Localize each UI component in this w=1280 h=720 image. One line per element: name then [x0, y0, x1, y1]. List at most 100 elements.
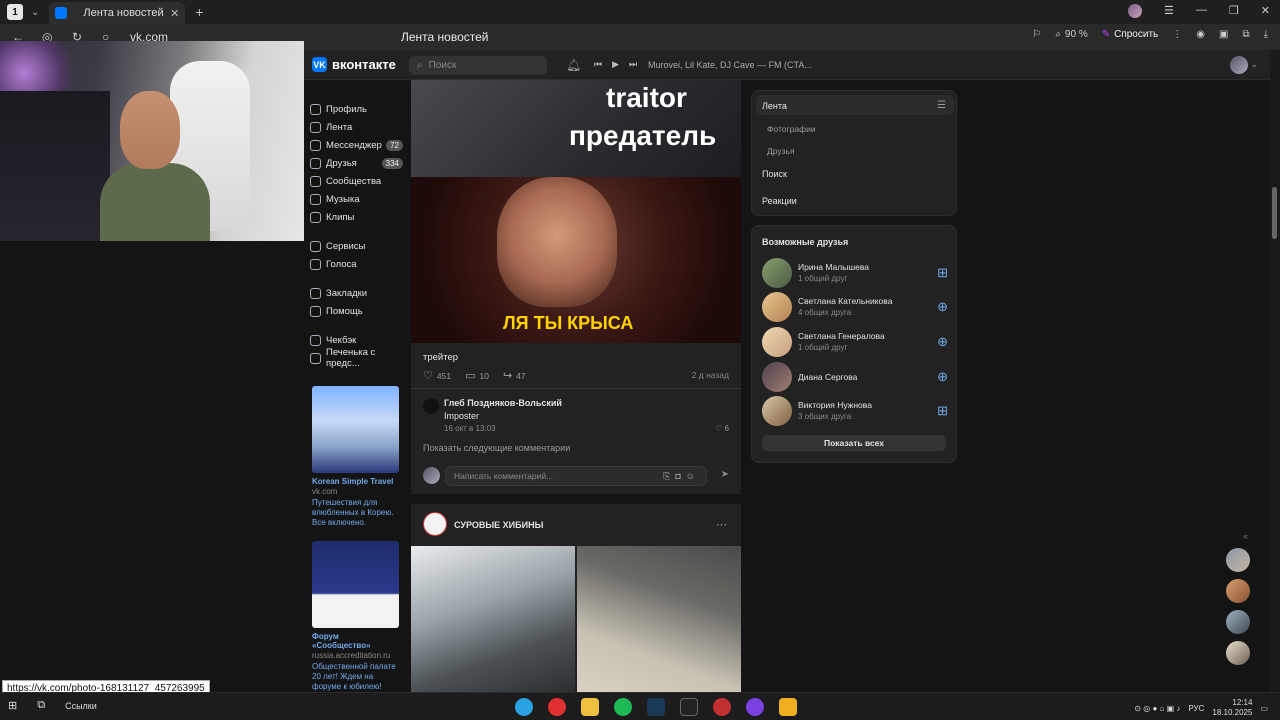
notifications-bell-icon[interactable]: 🔔︎: [566, 58, 581, 72]
friend-suggestion[interactable]: Светлана Генералова 1 общий друг ⊕: [762, 327, 948, 357]
community-avatar[interactable]: [423, 512, 447, 536]
clock[interactable]: 12:14 18.10.2025: [1212, 698, 1252, 718]
user-avatar[interactable]: [1230, 56, 1248, 74]
menu-icon[interactable]: ☰: [1164, 4, 1174, 18]
epic-games-icon[interactable]: [680, 698, 698, 716]
post-image-top[interactable]: traitor предатель: [411, 80, 741, 177]
ad-image[interactable]: [312, 541, 399, 628]
minimize-icon[interactable]: —: [1196, 4, 1207, 18]
chevron-down-icon[interactable]: ⌄: [1250, 59, 1258, 70]
close-icon[interactable]: ✕: [170, 7, 179, 20]
tab-counter[interactable]: 1: [7, 4, 23, 20]
post-time[interactable]: 2 д назад: [692, 370, 729, 380]
sidebar-item-cookie[interactable]: Печенька с предс...: [310, 347, 405, 369]
camera-icon[interactable]: ◘: [675, 471, 685, 481]
friend-name[interactable]: Диана Сергова: [798, 372, 857, 382]
avatar[interactable]: [762, 362, 792, 392]
sidebar-item-votes[interactable]: Голоса: [310, 255, 405, 273]
filter-settings-icon[interactable]: ☰: [937, 100, 946, 111]
extension-icon[interactable]: ◉: [1196, 29, 1205, 40]
add-friend-icon[interactable]: ⊕: [937, 334, 948, 350]
chat-avatar[interactable]: [1226, 548, 1250, 572]
post-photo[interactable]: [577, 546, 741, 692]
friend-suggestion[interactable]: Диана Сергова ⊕: [762, 362, 948, 392]
community-name[interactable]: СУРОВЫЕ ХИБИНЫ: [454, 520, 543, 530]
avatar[interactable]: [762, 292, 792, 322]
play-icon[interactable]: ▶: [612, 59, 619, 70]
more-icon[interactable]: ⋮: [1172, 29, 1182, 40]
comment-date[interactable]: 16 окт в 13:03: [444, 424, 496, 433]
bookmark-icon[interactable]: ⚐: [1032, 29, 1041, 40]
sidebar-item-services[interactable]: Сервисы: [310, 237, 405, 255]
app-icon[interactable]: [746, 698, 764, 716]
sidebar-item-music[interactable]: Музыка: [310, 190, 405, 208]
language-indicator[interactable]: РУС: [1188, 704, 1204, 713]
sidebar-item-profile[interactable]: Профиль: [310, 100, 405, 118]
comment-like-button[interactable]: ♡ 6: [715, 424, 729, 433]
browser-tab[interactable]: Лента новостей ✕: [49, 2, 186, 24]
reader-icon[interactable]: ▣: [1219, 29, 1228, 40]
chat-avatar[interactable]: [1226, 579, 1250, 603]
show-all-button[interactable]: Показать всех: [762, 435, 946, 451]
avatar[interactable]: [762, 258, 792, 288]
avatar[interactable]: [423, 398, 439, 414]
avatar[interactable]: [762, 396, 792, 426]
scrollbar[interactable]: [1270, 50, 1280, 692]
friend-suggestion[interactable]: Светлана Кательникова 4 общих друга ⊕: [762, 292, 948, 322]
avatar[interactable]: [762, 327, 792, 357]
collections-icon[interactable]: ⧉: [1242, 29, 1249, 40]
comment-author[interactable]: Глеб Поздняков-Вольский: [444, 398, 562, 408]
sidebar-item-bookmarks[interactable]: Закладки: [310, 284, 405, 302]
show-more-comments[interactable]: Показать следующие комментарии: [423, 443, 570, 453]
tray-icons[interactable]: ⊙ ◎ ● ⌂ ▣ ♪: [1134, 704, 1180, 713]
sidebar-item-messenger[interactable]: Мессенджер 72: [310, 136, 405, 154]
add-friend-icon[interactable]: ⊕: [937, 299, 948, 315]
sidebar-item-friends[interactable]: Друзья 334: [310, 154, 405, 172]
comment-button[interactable]: ▭ 10: [465, 369, 489, 382]
send-icon[interactable]: ➤: [721, 469, 729, 480]
yandex-browser-icon[interactable]: [548, 698, 566, 716]
ad-title[interactable]: Korean Simple Travel: [312, 477, 399, 486]
search-input[interactable]: ⌕ Поиск: [409, 56, 547, 75]
scrollbar-thumb[interactable]: [1272, 187, 1277, 239]
friend-name[interactable]: Виктория Нужнова: [798, 400, 872, 410]
now-playing-track[interactable]: Murovei, Lil Kate, DJ Cave — FM (CTA...: [648, 60, 812, 70]
notifications-icon[interactable]: ▭: [1260, 704, 1268, 713]
ad-image[interactable]: [312, 386, 399, 473]
new-tab-icon[interactable]: +: [195, 4, 203, 20]
chat-avatar[interactable]: [1226, 610, 1250, 634]
chevron-down-icon[interactable]: ⌄: [31, 7, 39, 18]
post-photo[interactable]: [411, 546, 575, 692]
next-track-icon[interactable]: ⏭: [629, 59, 637, 70]
ad-block-2[interactable]: Форум «Сообщество» russia.accreditation.…: [312, 541, 399, 702]
sidebar-item-help[interactable]: Помощь: [310, 302, 405, 320]
task-view-icon[interactable]: ⧉: [37, 699, 45, 712]
chat-avatar[interactable]: [1226, 641, 1250, 665]
collapse-icon[interactable]: «: [1243, 531, 1248, 541]
links-toolbar[interactable]: Ссылки: [65, 701, 97, 711]
filter-reactions[interactable]: Реакции: [762, 196, 797, 206]
obs-icon[interactable]: [713, 698, 731, 716]
friend-name[interactable]: Светлана Генералова: [798, 331, 885, 341]
like-button[interactable]: ♡ 451: [423, 369, 451, 382]
ad-text[interactable]: Путешествия для влюбленных в Корею. Все …: [312, 498, 399, 528]
app-icon[interactable]: [779, 698, 797, 716]
filter-search[interactable]: Поиск: [762, 169, 787, 179]
file-explorer-icon[interactable]: [581, 698, 599, 716]
windows-start-icon[interactable]: ⊞: [8, 699, 17, 712]
add-friend-icon[interactable]: ⊞: [937, 403, 948, 419]
post-image-bottom[interactable]: ЛЯ ТЫ КРЫСА: [411, 177, 741, 343]
friend-suggestion[interactable]: Виктория Нужнова 3 общих друга ⊞: [762, 396, 948, 426]
comment-input[interactable]: Написать комментарий... ⎘◘☺: [445, 466, 707, 486]
ad-block-1[interactable]: Korean Simple Travel vk.com Путешествия …: [312, 386, 399, 528]
ad-title[interactable]: Форум «Сообщество»: [312, 632, 399, 650]
sidebar-item-feed[interactable]: Лента: [310, 118, 405, 136]
friend-name[interactable]: Ирина Малышева: [798, 262, 869, 272]
download-icon[interactable]: ⤓: [1264, 29, 1268, 40]
profile-avatar[interactable]: [1128, 4, 1143, 18]
add-friend-icon[interactable]: ⊕: [937, 369, 948, 385]
emoji-icon[interactable]: ☺: [686, 471, 700, 481]
close-window-icon[interactable]: ✕: [1261, 4, 1270, 18]
share-button[interactable]: ↪ 47: [503, 369, 526, 382]
add-friend-icon[interactable]: ⊞: [937, 265, 948, 281]
